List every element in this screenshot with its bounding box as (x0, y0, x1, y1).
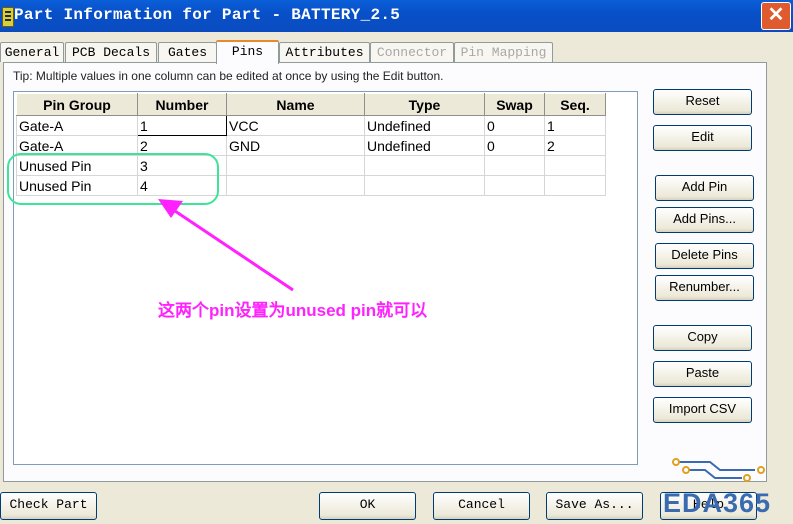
annotation-text: 这两个pin设置为unused pin就可以 (158, 301, 428, 320)
circuit-logo-icon (672, 458, 765, 482)
annotation-arrow (158, 199, 294, 292)
watermark-text: EDA365 (663, 488, 772, 518)
tab-pins[interactable]: Pins (216, 40, 279, 64)
